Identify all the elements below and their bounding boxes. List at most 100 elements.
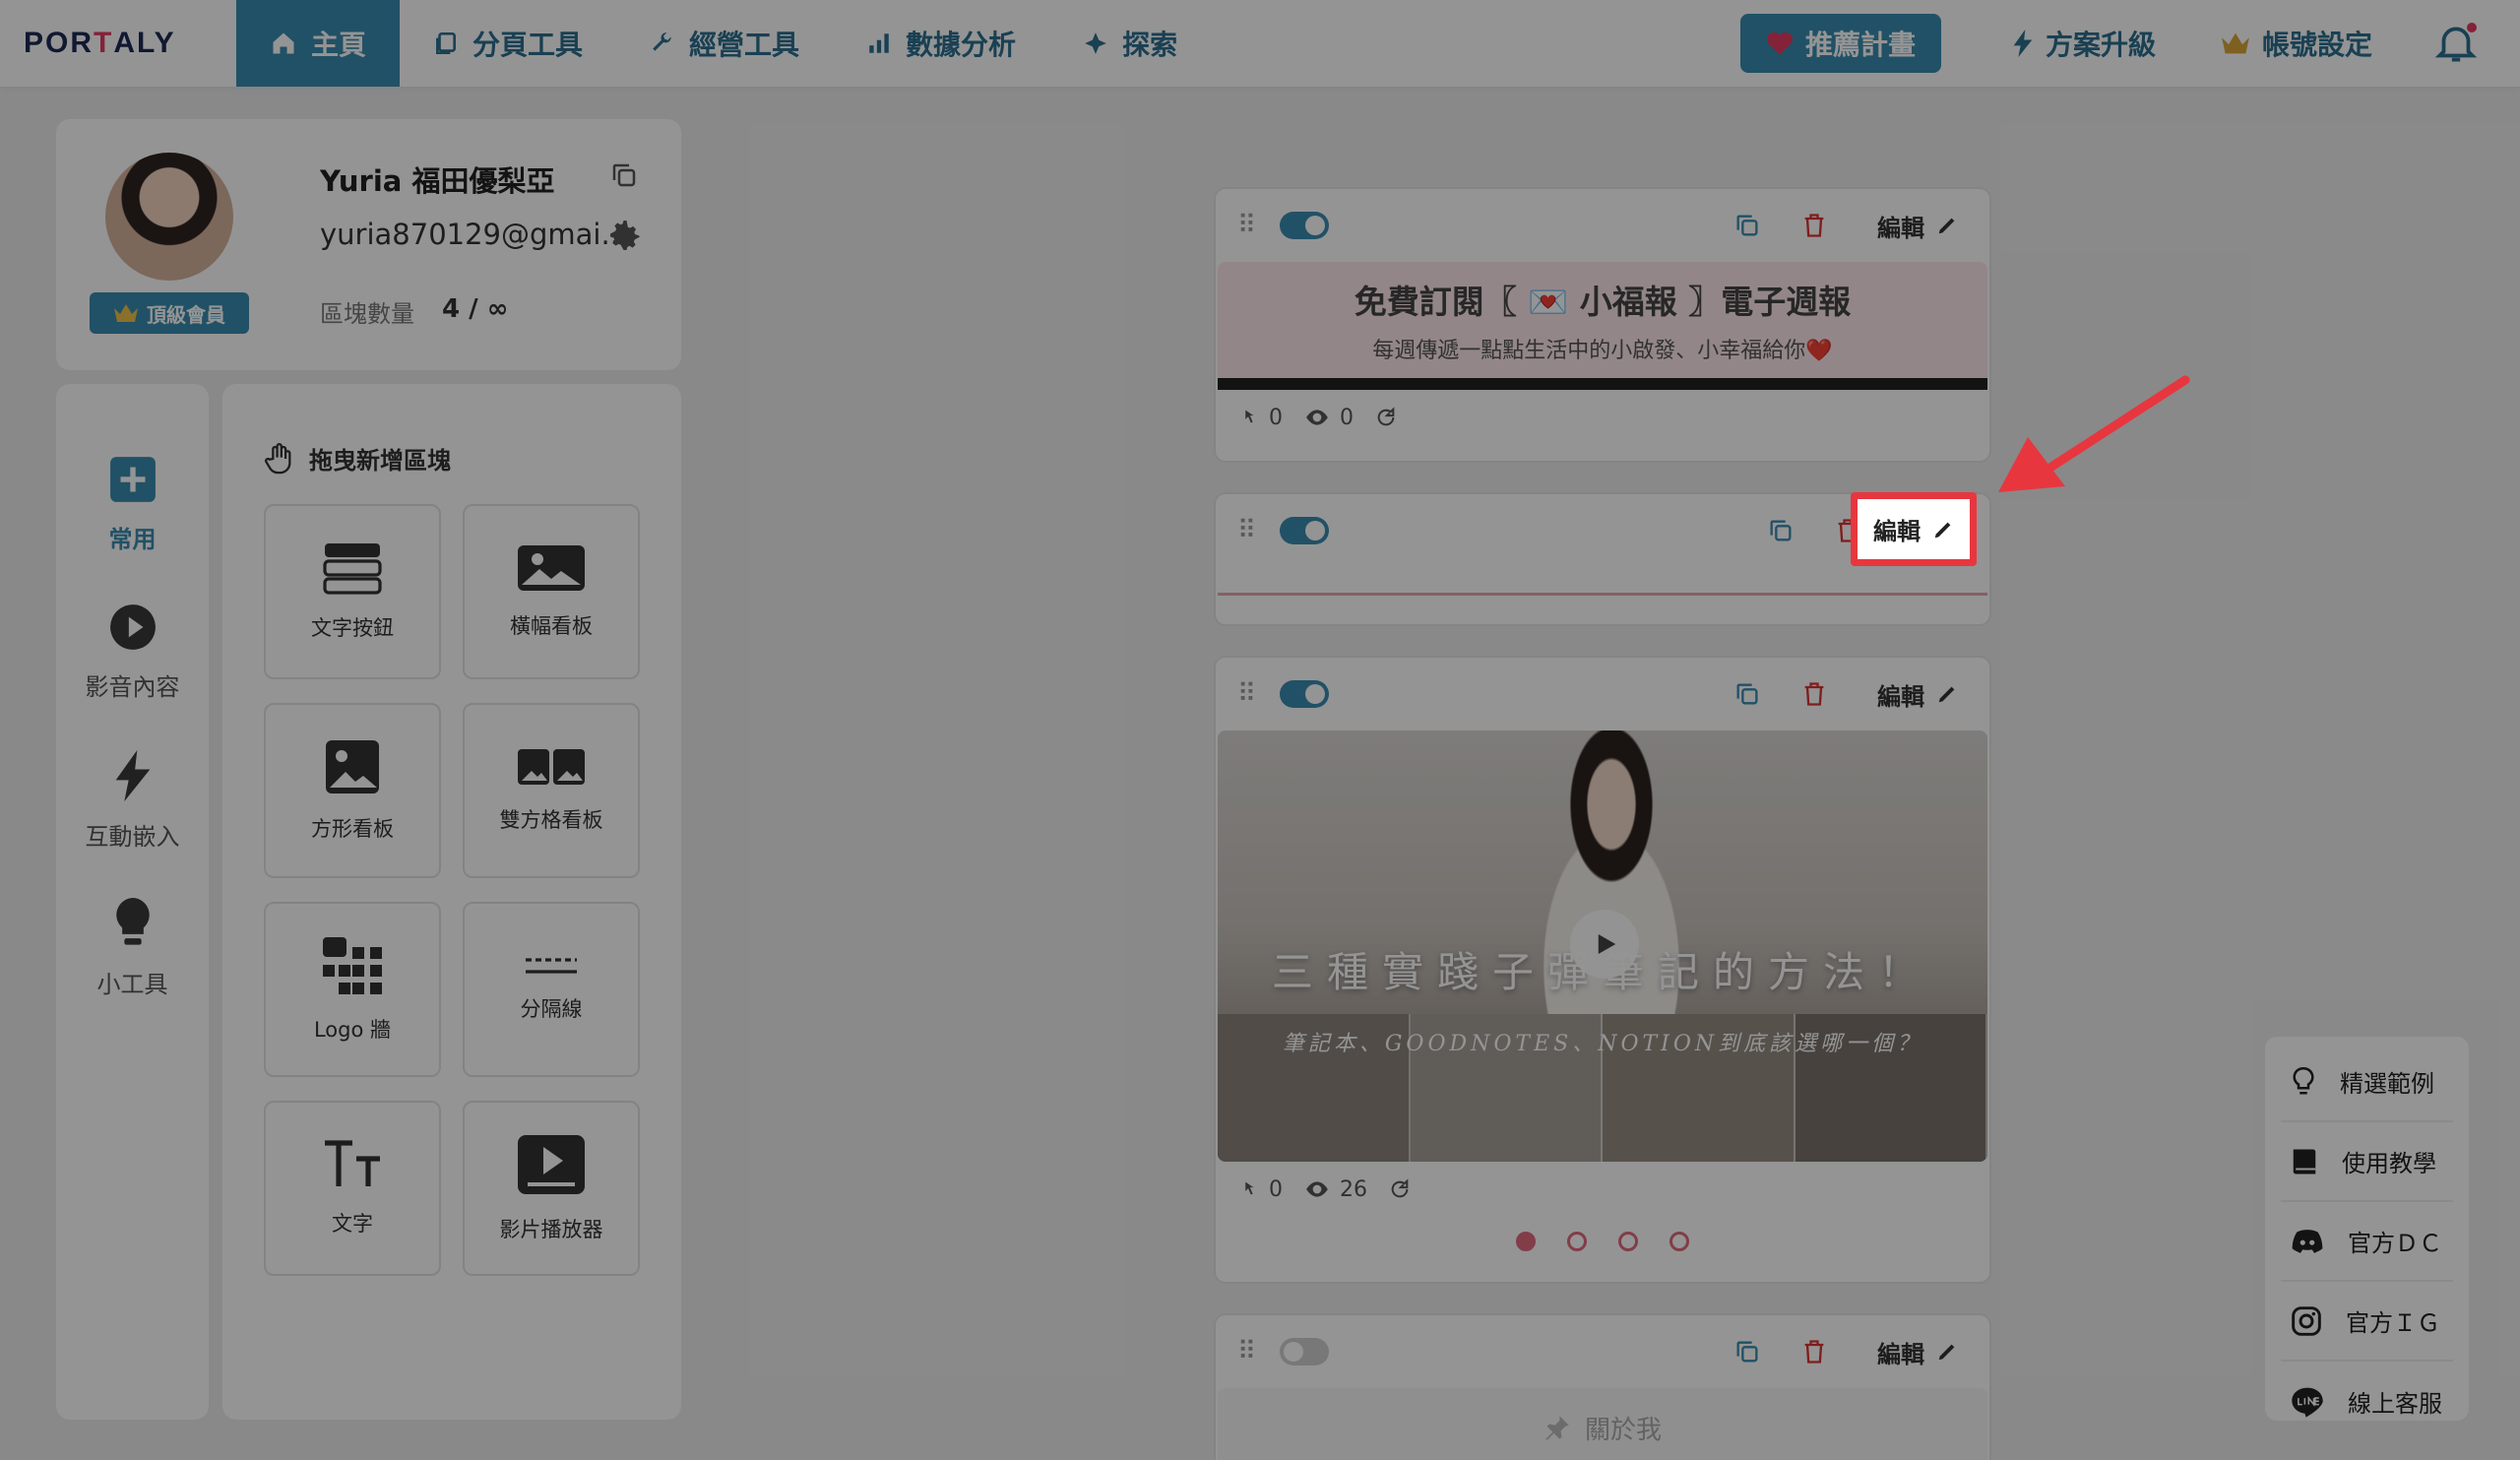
carousel-dot[interactable] (1618, 1232, 1638, 1251)
highlighted-edit-button[interactable]: 編輯 (1851, 492, 1977, 566)
nav-pages[interactable]: 分頁工具 (400, 0, 616, 87)
text-button-icon (323, 543, 382, 595)
video-thumbnail[interactable]: 三種實踐子彈筆記的方法！ 筆記本、GOODNOTES、NOTION到底該選哪一個… (1218, 730, 1987, 1162)
tile-square[interactable]: 方形看板 (264, 703, 441, 878)
carousel-dot[interactable] (1670, 1232, 1689, 1251)
drag-handle-icon[interactable]: ⠿ (1237, 1337, 1256, 1366)
nav-explore[interactable]: 探索 (1049, 0, 1211, 87)
banner-image-icon (518, 545, 585, 591)
block-header: ⠿ 編輯 (1216, 189, 1989, 262)
play-icon (1598, 934, 1616, 954)
instagram-icon (2292, 1305, 2321, 1336)
help-examples[interactable]: 精選範例 (2281, 1043, 2453, 1122)
help-line-support[interactable]: 線上客服 (2281, 1362, 2453, 1441)
edit-button[interactable]: 編輯 (1867, 1329, 1968, 1375)
plus-square-icon (109, 457, 156, 502)
play-button[interactable] (1570, 910, 1639, 979)
tile-video-player[interactable]: 影片播放器 (463, 1101, 640, 1276)
logo-grid-icon (323, 937, 382, 994)
category-widgets[interactable]: 小工具 (56, 898, 209, 999)
book-icon (2293, 1149, 2316, 1174)
pencil-icon (1938, 218, 1955, 234)
pencil-icon (1938, 1344, 1955, 1361)
edit-button[interactable]: 編輯 (1867, 671, 1968, 718)
divider-icon (526, 958, 577, 974)
square-image-icon (326, 740, 379, 793)
upgrade-link[interactable]: 方案升級 (1983, 0, 2185, 87)
duplicate-icon[interactable] (1767, 517, 1795, 544)
nav-business-tools[interactable]: 經營工具 (616, 0, 833, 87)
visibility-toggle[interactable] (1280, 212, 1330, 239)
notification-bell[interactable] (2431, 19, 2481, 68)
drag-handle-icon[interactable]: ⠿ (1237, 679, 1256, 709)
preview-block-newsletter: ⠿ 編輯 免費訂閱〖 💌 小福報 〗電子週報 每週傳遞一點點生活中的小啟發、小幸… (1214, 187, 1991, 463)
block-count: 區塊數量 4 / ∞ (320, 294, 509, 328)
preview-block-about: ⠿ 編輯 關於我 (1214, 1313, 1991, 1460)
play-circle-icon (109, 604, 156, 650)
visibility-toggle[interactable] (1280, 1338, 1330, 1365)
help-instagram[interactable]: 官方ＩＧ (2281, 1282, 2453, 1362)
visibility-toggle[interactable] (1280, 517, 1330, 544)
account-settings-link[interactable]: 帳號設定 (2191, 0, 2402, 87)
portaly-logo[interactable]: POR T ALY (0, 0, 236, 87)
member-badge: 頂級會員 (90, 292, 249, 334)
duplicate-icon[interactable] (1733, 212, 1761, 239)
drag-handle-icon[interactable]: ⠿ (1237, 211, 1256, 240)
category-embed[interactable]: 互動嵌入 (56, 750, 209, 852)
help-widget: 精選範例 使用教學 官方ＤＣ 官方ＩＧ 線上客服 (2265, 1037, 2469, 1421)
compass-icon (1085, 32, 1106, 54)
carousel-dot[interactable] (1516, 1232, 1536, 1251)
gear-icon[interactable] (607, 218, 643, 257)
video-player-icon (518, 1135, 585, 1194)
duplicate-icon[interactable] (1733, 680, 1761, 708)
tile-banner[interactable]: 橫幅看板 (463, 504, 640, 679)
wrench-icon (653, 32, 671, 51)
help-discord[interactable]: 官方ＤＣ (2281, 1202, 2453, 1282)
click-icon (1245, 1181, 1254, 1195)
tile-logo-wall[interactable]: Logo 牆 (264, 902, 441, 1077)
tile-text[interactable]: 文字 (264, 1101, 441, 1276)
drag-handle-icon[interactable]: ⠿ (1237, 516, 1256, 545)
eye-icon (1306, 1181, 1328, 1197)
text-icon (325, 1140, 380, 1186)
refresh-icon[interactable] (1389, 1178, 1411, 1200)
top-nav: POR T ALY 主頁 分頁工具 經營工具 數據分析 探索 推薦計畫 方案升級 帳… (0, 0, 2520, 87)
trash-icon[interactable] (1800, 1338, 1828, 1365)
bar-chart-icon (869, 33, 889, 53)
tile-divider[interactable]: 分隔線 (463, 902, 640, 1077)
block-header: ⠿ 編輯 (1216, 1315, 1989, 1388)
crown-icon (2222, 32, 2249, 54)
click-icon (1245, 410, 1254, 423)
banner-subtitle: 每週傳遞一點點生活中的小啟發、小幸福給你❤️ (1372, 339, 1833, 363)
block-actions: 編輯 (1733, 671, 1968, 718)
duplicate-icon[interactable] (1733, 1338, 1761, 1365)
discord-icon (2292, 1229, 2323, 1253)
help-tutorial[interactable]: 使用教學 (2281, 1122, 2453, 1202)
visibility-toggle[interactable] (1280, 680, 1330, 708)
avatar[interactable] (105, 153, 233, 281)
copy-icon[interactable] (609, 160, 639, 194)
carousel-dot[interactable] (1567, 1232, 1587, 1251)
refresh-icon[interactable] (1375, 407, 1397, 428)
referral-button[interactable]: 推薦計畫 (1739, 14, 1941, 73)
about-me-button[interactable]: 關於我 (1218, 1388, 1987, 1460)
trash-icon[interactable] (1800, 680, 1828, 708)
blocks-panel: 拖曳新增區塊 文字按鈕 橫幅看板 方形看板 雙方格看板 Logo 牆 分隔線 文… (222, 384, 681, 1420)
nav-analytics[interactable]: 數據分析 (833, 0, 1049, 87)
block-header: ⠿ 編輯 (1216, 658, 1989, 730)
block-actions: 編輯 (1733, 1329, 1968, 1375)
edit-button[interactable]: 編輯 (1867, 203, 1968, 249)
line-icon (2292, 1387, 2323, 1418)
pin-icon (1545, 1416, 1569, 1440)
tile-text-button[interactable]: 文字按鈕 (264, 504, 441, 679)
category-common[interactable]: 常用 (56, 455, 209, 554)
nav-home[interactable]: 主頁 (236, 0, 401, 87)
divider-line (1218, 593, 1987, 596)
newsletter-banner[interactable]: 免費訂閱〖 💌 小福報 〗電子週報 每週傳遞一點點生活中的小啟發、小幸福給你❤️ (1218, 262, 1987, 390)
banner-title: 免費訂閱〖 💌 小福報 〗電子週報 (1354, 283, 1852, 321)
trash-icon[interactable] (1800, 212, 1828, 239)
tile-double-square[interactable]: 雙方格看板 (463, 703, 640, 878)
category-media[interactable]: 影音內容 (56, 603, 209, 702)
profile-name: Yuria 福田優梨亞 (320, 164, 555, 198)
carousel-dots (1216, 1217, 1989, 1266)
